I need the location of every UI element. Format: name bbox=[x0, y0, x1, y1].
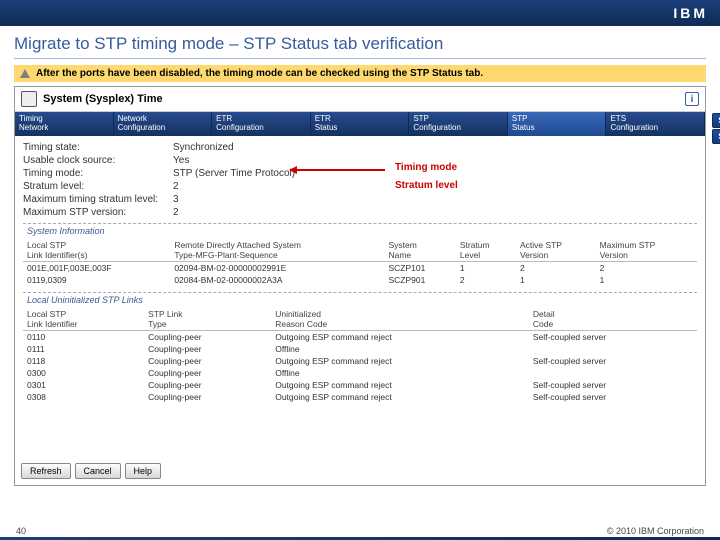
refresh-button[interactable]: Refresh bbox=[21, 463, 71, 479]
section-uninit-links: Local Uninitialized STP Links bbox=[23, 295, 147, 305]
label-max-stratum: Maximum timing stratum level: bbox=[23, 194, 173, 205]
panel-header: System (Sysplex) Time i bbox=[15, 87, 705, 112]
clock-icon bbox=[21, 91, 37, 107]
copyright: © 2010 IBM Corporation bbox=[607, 526, 704, 536]
page-number: 40 bbox=[16, 526, 26, 536]
th-active-version: Active STPVersion bbox=[516, 239, 596, 262]
label-timing-state: Timing state: bbox=[23, 142, 173, 153]
sysplex-time-panel: System (Sysplex) Time i TimingNetwork Ne… bbox=[14, 86, 706, 486]
th-link-id: Local STPLink Identifier bbox=[23, 308, 144, 331]
status-values: Timing state:Synchronized Usable clock s… bbox=[15, 136, 705, 405]
tab-strip: TimingNetwork NetworkConfiguration ETRCo… bbox=[15, 112, 705, 136]
table-row: 0308Coupling-peerOutgoing ESP command re… bbox=[23, 391, 697, 403]
value-timing-mode: STP (Server Time Protocol) bbox=[173, 168, 295, 179]
label-usable-clock: Usable clock source: bbox=[23, 155, 173, 166]
th-remote-system: Remote Directly Attached SystemType-MFG-… bbox=[170, 239, 384, 262]
tab-stp-configuration[interactable]: STPConfiguration bbox=[409, 112, 508, 136]
top-bar: IBM bbox=[0, 0, 720, 26]
instruction-banner: After the ports have been disabled, the … bbox=[14, 65, 706, 82]
panel-title: System (Sysplex) Time bbox=[43, 93, 163, 105]
page-title: Migrate to STP timing mode – STP Status … bbox=[14, 34, 706, 54]
th-link-type: STP LinkType bbox=[144, 308, 271, 331]
title-area: Migrate to STP timing mode – STP Status … bbox=[0, 26, 720, 61]
uninit-links-table: Local STPLink Identifier STP LinkType Un… bbox=[23, 308, 697, 403]
value-max-stratum: 3 bbox=[173, 194, 179, 205]
section-system-info: System Information bbox=[23, 226, 109, 236]
slide-footer: 40 © 2010 IBM Corporation bbox=[0, 526, 720, 536]
th-detail-code: DetailCode bbox=[529, 308, 697, 331]
annotation-timing-mode: Timing mode bbox=[395, 162, 457, 173]
help-button[interactable]: Help bbox=[125, 463, 162, 479]
divider bbox=[23, 292, 697, 293]
banner-text: After the ports have been disabled, the … bbox=[36, 68, 483, 79]
value-timing-state: Synchronized bbox=[173, 142, 234, 153]
table-row: 0300Coupling-peerOffline bbox=[23, 367, 697, 379]
th-stratum-level: StratumLevel bbox=[456, 239, 516, 262]
value-max-stp-version: 2 bbox=[173, 207, 179, 218]
tab-network-configuration[interactable]: NetworkConfiguration bbox=[114, 112, 213, 136]
label-max-stp-version: Maximum STP version: bbox=[23, 207, 173, 218]
info-icon[interactable]: i bbox=[685, 92, 699, 106]
context-label-top: SCZP201 bbox=[712, 113, 720, 128]
table-row: 0119,030902084-BM-02-00000002A3ASCZP9012… bbox=[23, 274, 697, 286]
label-stratum-level: Stratum level: bbox=[23, 181, 173, 192]
tab-stp-status[interactable]: STPStatus bbox=[508, 112, 607, 136]
th-max-version: Maximum STPVersion bbox=[596, 239, 697, 262]
context-label-bottom: SCZP101 bbox=[712, 129, 720, 144]
cancel-button[interactable]: Cancel bbox=[75, 463, 121, 479]
value-usable-clock: Yes bbox=[173, 155, 189, 166]
ibm-logo: IBM bbox=[673, 5, 708, 21]
table-row: 0110Coupling-peerOutgoing ESP command re… bbox=[23, 330, 697, 343]
tab-ets-configuration[interactable]: ETSConfiguration bbox=[606, 112, 705, 136]
table-row: 001E,001F,003E,003F02094-BM-02-000000029… bbox=[23, 261, 697, 274]
th-system-name: SystemName bbox=[384, 239, 455, 262]
triangle-icon bbox=[20, 69, 30, 78]
divider bbox=[23, 223, 697, 224]
table-row: 0301Coupling-peerOutgoing ESP command re… bbox=[23, 379, 697, 391]
arrow-timing-mode bbox=[295, 169, 385, 171]
table-row: 0111Coupling-peerOffline bbox=[23, 343, 697, 355]
value-stratum-level: 2 bbox=[173, 181, 179, 192]
tab-etr-status[interactable]: ETRStatus bbox=[311, 112, 410, 136]
title-underline bbox=[14, 58, 706, 59]
tab-etr-configuration[interactable]: ETRConfiguration bbox=[212, 112, 311, 136]
label-timing-mode: Timing mode: bbox=[23, 168, 173, 179]
button-row: Refresh Cancel Help bbox=[21, 463, 161, 479]
th-reason-code: UninitializedReason Code bbox=[271, 308, 529, 331]
system-info-table: Local STPLink Identifier(s) Remote Direc… bbox=[23, 239, 697, 286]
th-link-ids: Local STPLink Identifier(s) bbox=[23, 239, 170, 262]
tab-timing-network[interactable]: TimingNetwork bbox=[15, 112, 114, 136]
annotation-stratum-level: Stratum level bbox=[395, 180, 458, 191]
table-row: 0118Coupling-peerOutgoing ESP command re… bbox=[23, 355, 697, 367]
